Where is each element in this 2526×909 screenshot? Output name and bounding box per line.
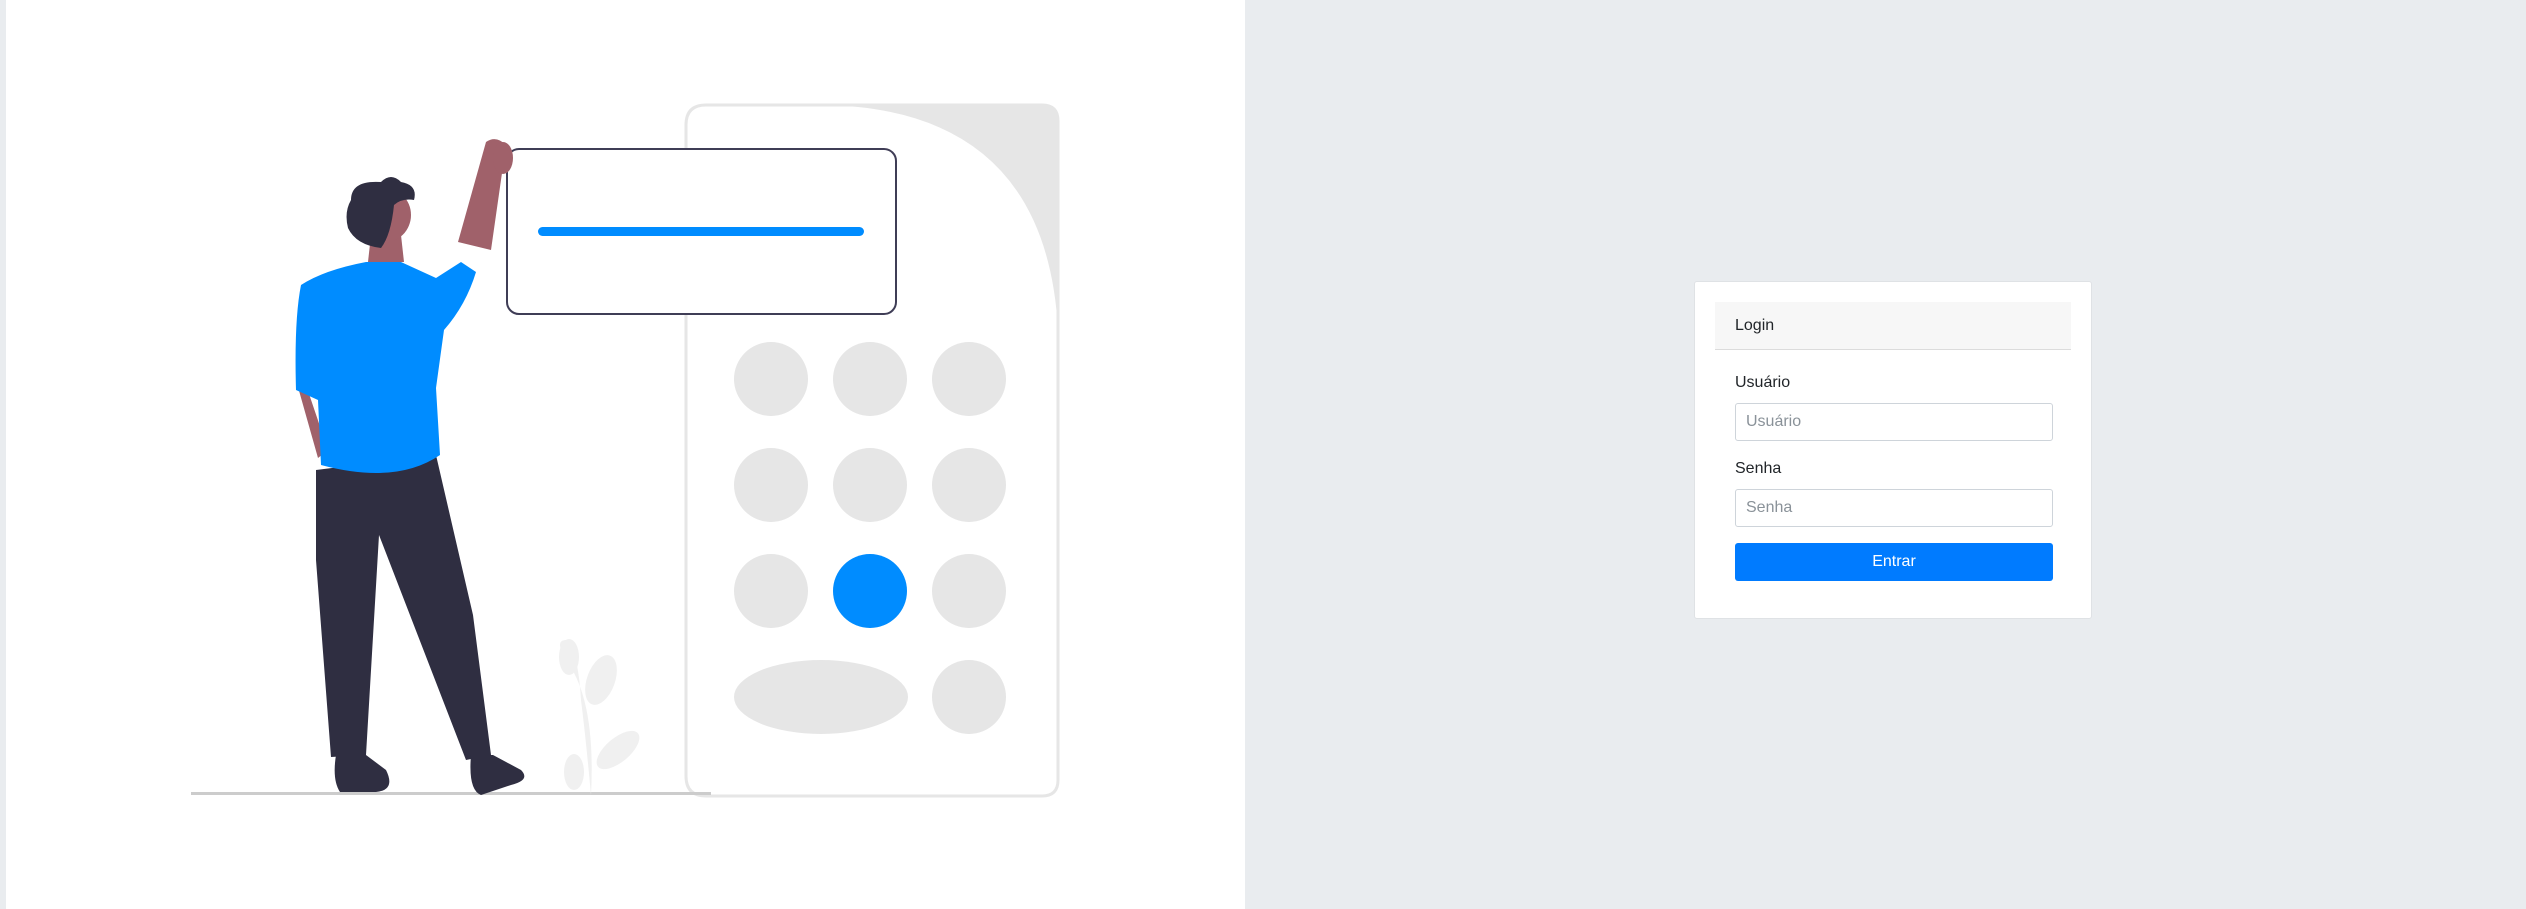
password-input[interactable]: [1735, 489, 2053, 527]
keypad-key: [734, 448, 808, 522]
keypad-key: [734, 342, 808, 416]
keypad-key: [932, 660, 1006, 734]
person: [295, 139, 525, 795]
keypad-key: [932, 554, 1006, 628]
password-label: Senha: [1735, 460, 1782, 477]
display-bar: [538, 227, 864, 236]
login-card: Login Usuário Senha Entrar: [1694, 281, 2092, 619]
username-input[interactable]: [1735, 403, 2053, 441]
username-label: Usuário: [1735, 374, 1791, 391]
keypad-key: [932, 448, 1006, 522]
person-hand: [493, 142, 513, 174]
login-page: Login Usuário Senha Entrar: [0, 0, 2526, 909]
keypad-key: [833, 448, 907, 522]
illustration-panel: [6, 0, 1245, 909]
submit-button[interactable]: Entrar: [1735, 543, 2053, 581]
keypad-key-wide: [734, 660, 908, 734]
keypad-key-active: [833, 554, 907, 628]
person-shoe-left: [334, 755, 390, 792]
ground-line: [191, 792, 711, 795]
keypad-key: [932, 342, 1006, 416]
keypad-key: [833, 342, 907, 416]
person-pants: [316, 455, 491, 760]
plant: [559, 639, 640, 795]
login-card-header: Login: [1715, 302, 2071, 350]
keypad-key: [734, 554, 808, 628]
person-with-keypad-illustration: [191, 103, 1060, 798]
person-shoe-right: [470, 755, 525, 795]
person-shirt: [295, 262, 476, 473]
